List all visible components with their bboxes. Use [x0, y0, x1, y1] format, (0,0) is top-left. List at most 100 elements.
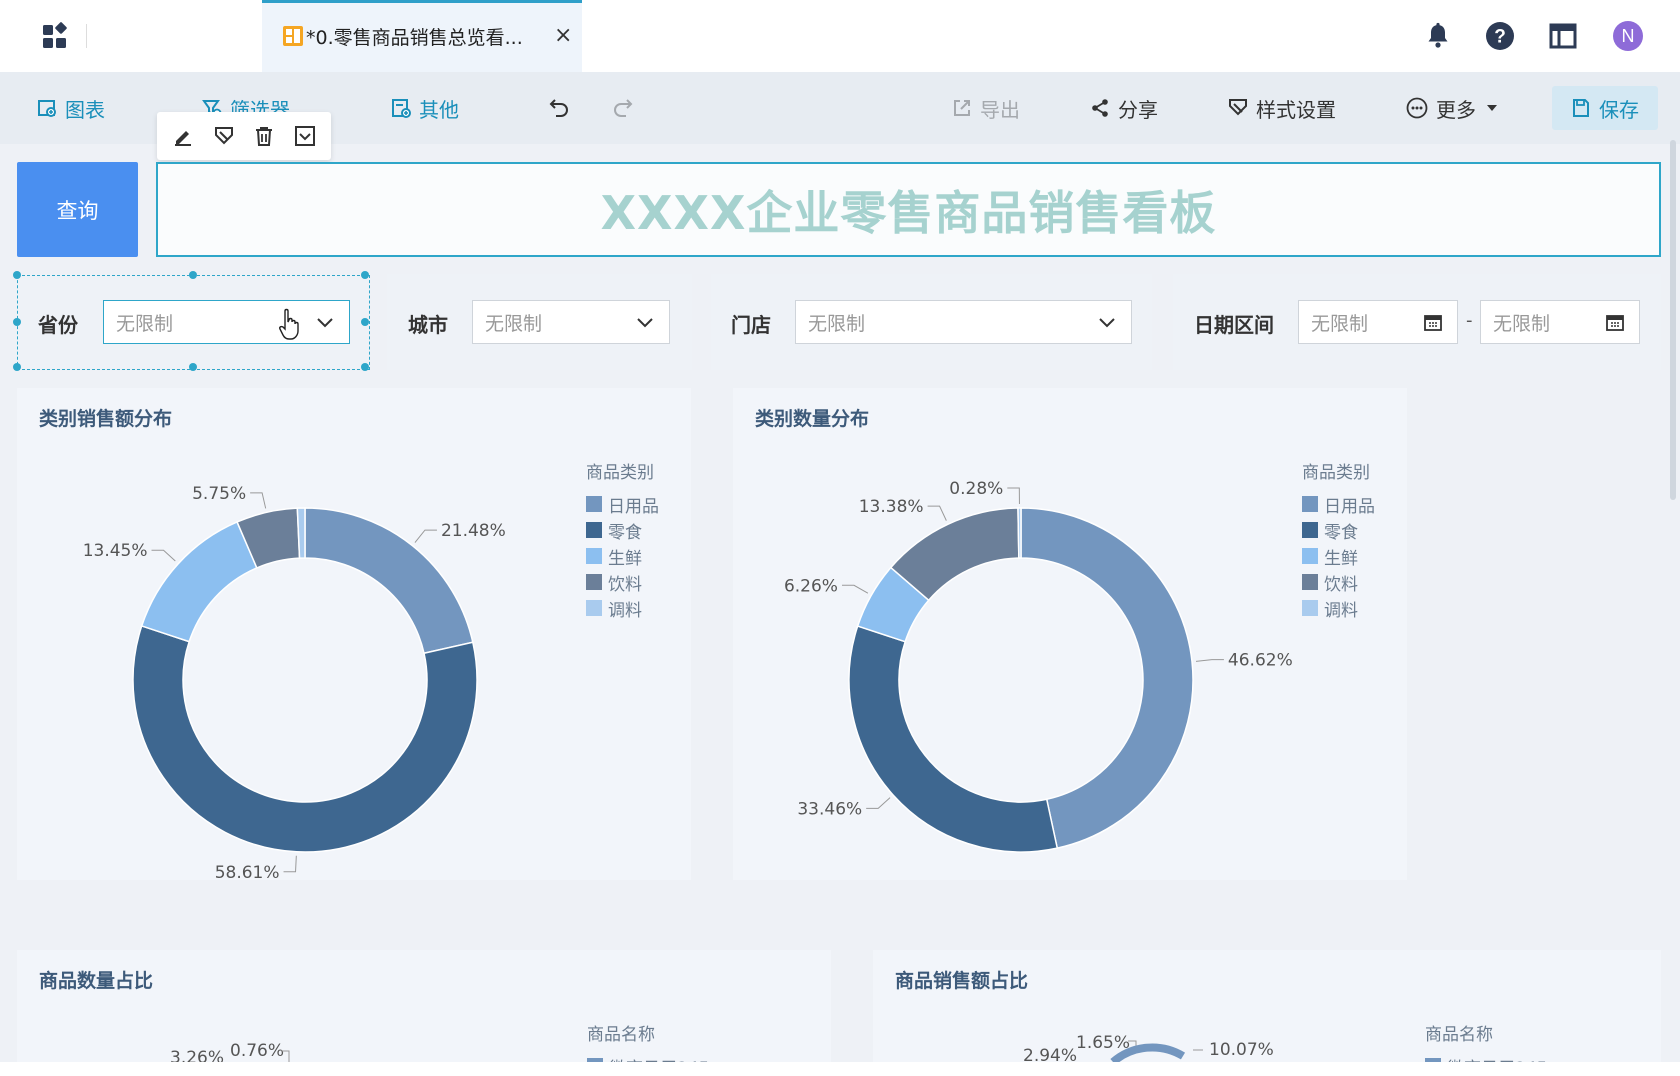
calendar-icon: [1606, 315, 1624, 331]
category-sales-chart: 类别销售额分布 21.48% 58.61% 13.45% 5.75% 商品类别 日用品…: [17, 388, 691, 880]
data-label: 6.26%: [784, 576, 838, 596]
save-icon: [1573, 99, 1589, 117]
resize-handle[interactable]: [361, 363, 369, 371]
legend-label: 零食: [608, 522, 642, 543]
data-label: 0.28%: [949, 479, 1003, 499]
date-range-separator: -: [1466, 310, 1473, 331]
legend-item-drinks[interactable]: 饮料: [1302, 569, 1375, 595]
date-start-input[interactable]: 无限制: [1298, 300, 1458, 344]
close-tab-icon[interactable]: ×: [554, 23, 572, 48]
query-button[interactable]: 查询: [17, 162, 138, 257]
legend-swatch: [586, 548, 602, 564]
legend-swatch: [586, 496, 602, 512]
more-button[interactable]: 更多: [1406, 72, 1506, 144]
collapse-icon[interactable]: [294, 125, 316, 147]
apps-grid-icon[interactable]: [42, 22, 70, 50]
label-leader-line: [927, 505, 947, 521]
legend-swatch: [586, 522, 602, 538]
layout-icon[interactable]: [1547, 20, 1579, 52]
date-end-input[interactable]: 无限制: [1480, 300, 1640, 344]
chevron-down-icon: [1099, 318, 1115, 328]
legend-item-drinks[interactable]: 饮料: [586, 569, 659, 595]
undo-icon[interactable]: [548, 96, 570, 118]
style-icon[interactable]: [213, 125, 235, 147]
store-select[interactable]: 无限制: [795, 300, 1132, 344]
style-icon: [1229, 99, 1247, 116]
style-settings-label: 样式设置: [1256, 97, 1336, 122]
legend-swatch: [1302, 548, 1318, 564]
resize-handle[interactable]: [13, 363, 21, 371]
data-label: 33.46%: [797, 799, 862, 819]
export-icon: [954, 100, 970, 116]
store-label: 门店: [731, 313, 771, 337]
caret-down-icon: [1487, 105, 1497, 111]
resize-handle[interactable]: [13, 318, 21, 326]
help-icon[interactable]: ?: [1484, 20, 1516, 52]
user-avatar[interactable]: N: [1613, 21, 1643, 51]
chart-legend: 商品名称 微商日用245mm: [587, 1020, 743, 1062]
date-end-value: 无限制: [1493, 312, 1551, 335]
legend-label: 微商日用245mm: [1447, 1054, 1581, 1063]
legend-label: 生鲜: [608, 548, 642, 569]
resize-handle[interactable]: [189, 271, 197, 279]
donut-slice[interactable]: [1017, 507, 1022, 559]
share-button-label: 分享: [1118, 97, 1158, 122]
top-bar: *0.零售商品销售总览看... × ? N: [0, 0, 1680, 72]
label-leader-line: [866, 797, 891, 809]
export-button[interactable]: 导出: [952, 72, 1020, 144]
legend-item-snacks[interactable]: 零食: [586, 517, 659, 543]
legend-label: 生鲜: [1324, 548, 1358, 569]
label-leader-line: [250, 492, 267, 509]
chart-button[interactable]: 图表: [37, 72, 105, 144]
legend-item-fresh[interactable]: 生鲜: [1302, 543, 1375, 569]
resize-handle[interactable]: [361, 271, 369, 279]
other-button[interactable]: 其他: [391, 72, 459, 144]
legend-label: 调料: [608, 600, 642, 621]
legend-item[interactable]: 微商日用245mm: [1425, 1053, 1581, 1062]
bell-icon[interactable]: [1422, 20, 1454, 52]
data-label: 46.62%: [1228, 651, 1293, 671]
date-range-filter: 日期区间 无限制 - 无限制: [1173, 274, 1661, 370]
legend-item-snacks[interactable]: 零食: [1302, 517, 1375, 543]
legend-swatch: [1302, 496, 1318, 512]
legend-title: 商品名称: [587, 1025, 655, 1045]
data-label: 58.61%: [215, 863, 280, 880]
label-leader-line: [841, 584, 869, 594]
donut-slice[interactable]: [1020, 507, 1194, 850]
widget-floating-toolbar: [157, 112, 331, 160]
donut-slice[interactable]: [296, 507, 306, 559]
edit-icon[interactable]: [172, 125, 194, 147]
save-button[interactable]: 保存: [1552, 86, 1658, 130]
dashboard-tab[interactable]: *0.零售商品销售总览看... ×: [262, 0, 582, 72]
delete-icon[interactable]: [253, 125, 275, 147]
share-button[interactable]: 分享: [1090, 72, 1158, 144]
save-button-label: 保存: [1599, 97, 1639, 122]
redo-icon[interactable]: [612, 96, 634, 118]
legend-item[interactable]: 微商日用245mm: [587, 1053, 743, 1062]
store-select-value: 无限制: [808, 312, 866, 335]
legend-item-daily[interactable]: 日用品: [1302, 491, 1375, 517]
resize-handle[interactable]: [189, 363, 197, 371]
page-scrollbar[interactable]: [1670, 140, 1676, 500]
donut-slice[interactable]: [132, 624, 478, 853]
city-select[interactable]: 无限制: [472, 300, 670, 344]
donut-slice[interactable]: [140, 520, 258, 643]
legend-item-seasoning[interactable]: 调料: [1302, 595, 1375, 621]
date-start-value: 无限制: [1311, 312, 1369, 335]
legend-swatch: [1302, 600, 1318, 616]
legend-label: 饮料: [1324, 574, 1358, 595]
legend-label: 零食: [1324, 522, 1358, 543]
legend-label: 日用品: [1324, 496, 1375, 517]
resize-handle[interactable]: [13, 271, 21, 279]
donut-slice[interactable]: [848, 625, 1059, 853]
legend-item-daily[interactable]: 日用品: [586, 491, 659, 517]
legend-swatch: [1302, 522, 1318, 538]
resize-handle[interactable]: [361, 318, 369, 326]
data-label: 13.45%: [83, 541, 148, 561]
divider: [86, 24, 87, 48]
style-settings-button[interactable]: 样式设置: [1228, 72, 1336, 144]
legend-item-seasoning[interactable]: 调料: [586, 595, 659, 621]
legend-item-fresh[interactable]: 生鲜: [586, 543, 659, 569]
share-icon: [1092, 99, 1108, 117]
label-leader-line: [414, 529, 437, 543]
